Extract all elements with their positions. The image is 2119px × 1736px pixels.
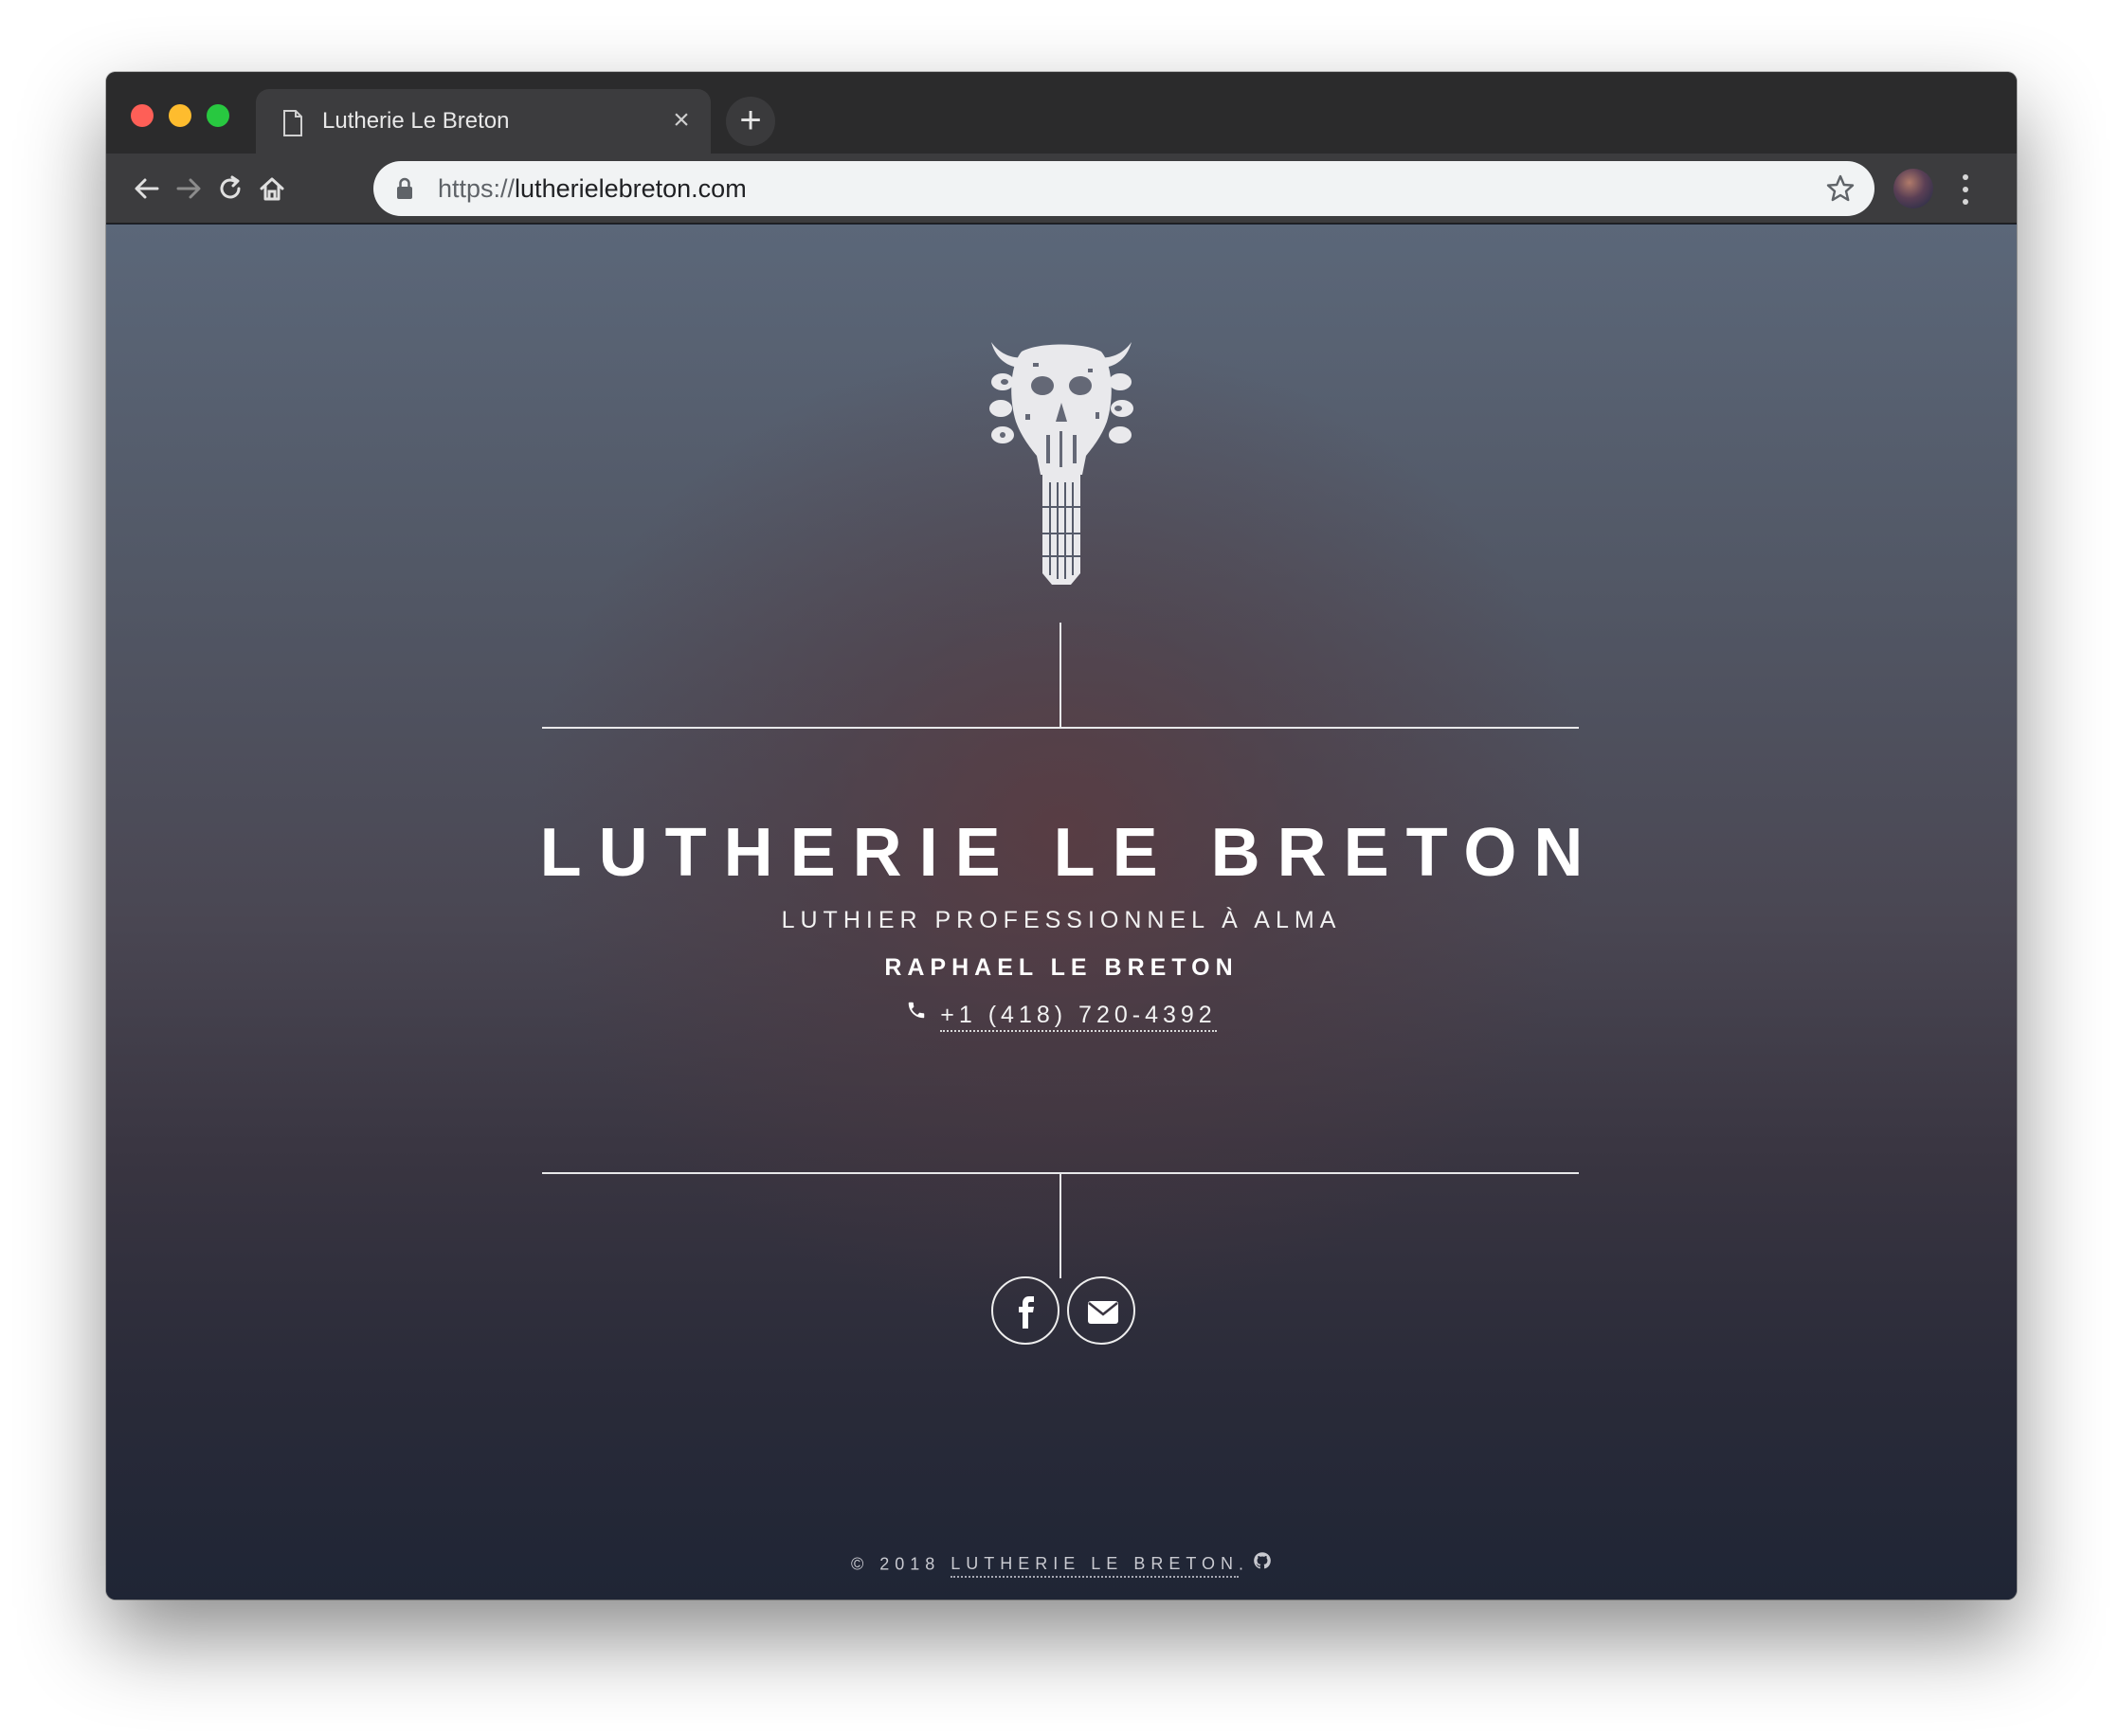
owner-name: RAPHAEL LE BRETON <box>884 954 1239 981</box>
home-icon <box>260 177 284 201</box>
divider-vertical-top <box>1060 623 1061 729</box>
forward-button[interactable] <box>167 167 210 210</box>
reload-icon <box>220 175 241 199</box>
facebook-icon <box>1019 1296 1034 1329</box>
browser-toolbar: https://lutherielebreton.com <box>106 154 2017 224</box>
guitar-headstock-logo <box>989 342 1133 585</box>
arrow-left-icon <box>135 178 159 199</box>
url-text[interactable]: https://lutherielebreton.com <box>438 174 747 204</box>
home-button[interactable] <box>250 167 294 210</box>
site-title: LUTHERIE LE BRETON <box>539 815 1601 891</box>
footer-period: . <box>1239 1554 1250 1574</box>
email-button[interactable] <box>1067 1276 1135 1345</box>
facebook-button[interactable] <box>991 1276 1060 1345</box>
divider-horizontal-top <box>542 727 1579 729</box>
close-window-button[interactable] <box>131 104 154 127</box>
browser-window: Lutherie Le Breton × + https://lutheriel… <box>106 72 2017 1600</box>
footer-brand-link[interactable]: LUTHERIE LE BRETON <box>951 1554 1239 1579</box>
copyright-text: © 2018 <box>850 1554 951 1574</box>
footer: © 2018 LUTHERIE LE BRETON. <box>106 1551 2017 1579</box>
phone-link[interactable]: +1 (418) 720-4392 <box>940 1002 1217 1032</box>
profile-avatar[interactable] <box>1893 169 1933 208</box>
address-bar[interactable]: https://lutherielebreton.com <box>373 161 1874 216</box>
tab-lutherie-le-breton[interactable]: Lutherie Le Breton × <box>256 89 711 154</box>
phone-icon <box>906 1000 927 1027</box>
contact-phone-row: +1 (418) 720-4392 <box>106 1000 2017 1032</box>
page-content: LUTHERIE LE BRETON LUTHIER PROFESSIONNEL… <box>106 225 2017 1600</box>
bookmark-star-icon[interactable] <box>1825 173 1856 208</box>
close-tab-icon[interactable]: × <box>665 104 697 136</box>
divider-vertical-bottom <box>1060 1172 1061 1278</box>
back-button[interactable] <box>125 167 169 210</box>
github-icon[interactable] <box>1253 1551 1272 1575</box>
new-tab-button[interactable]: + <box>726 97 775 146</box>
lock-icon[interactable] <box>396 177 413 205</box>
maximize-window-button[interactable] <box>207 104 229 127</box>
site-subtitle: LUTHIER PROFESSIONNEL À ALMA <box>781 907 1342 933</box>
envelope-icon <box>1088 1301 1118 1324</box>
reload-button[interactable] <box>208 167 252 210</box>
menu-kebab-icon[interactable] <box>1954 171 1977 208</box>
minimize-window-button[interactable] <box>169 104 191 127</box>
arrow-right-icon <box>176 178 201 199</box>
document-icon <box>282 110 303 136</box>
tab-title: Lutherie Le Breton <box>322 108 510 134</box>
tab-strip: Lutherie Le Breton × + <box>106 72 2017 154</box>
